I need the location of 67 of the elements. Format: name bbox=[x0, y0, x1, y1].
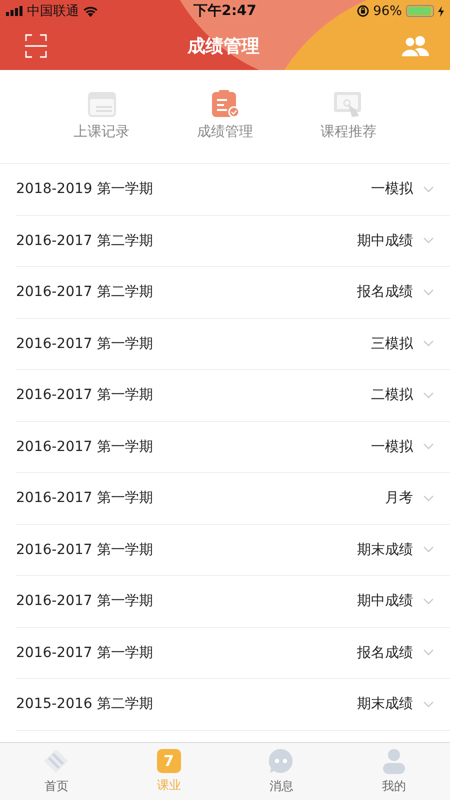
chevron-down-icon bbox=[423, 598, 434, 605]
tab-bar-item[interactable]: 首页 bbox=[0, 743, 112, 800]
wifi-icon bbox=[83, 6, 98, 16]
calendar-icon bbox=[86, 90, 117, 118]
exam-type: 月考 bbox=[385, 489, 413, 508]
calendar-icon: 7 bbox=[156, 749, 181, 773]
charging-icon bbox=[438, 6, 444, 16]
touch-screen-icon bbox=[333, 90, 364, 118]
exam-type: 期末成绩 bbox=[357, 540, 413, 559]
exam-type: 期末成绩 bbox=[357, 695, 413, 714]
term-label: 2016-2017 第一学期 bbox=[16, 644, 154, 662]
term-label: 2016-2017 第一学期 bbox=[16, 540, 154, 559]
exam-type: 报名成绩 bbox=[357, 283, 413, 302]
term-row[interactable]: 2016-2017 第一学期 期中成绩 bbox=[16, 576, 450, 628]
term-label: 2016-2017 第二学期 bbox=[16, 283, 154, 302]
page-title: 成绩管理 bbox=[188, 35, 260, 58]
rotation-lock-icon bbox=[357, 5, 370, 17]
scan-icon[interactable] bbox=[25, 34, 47, 58]
chevron-down-icon bbox=[423, 340, 434, 348]
chevron-down-icon bbox=[423, 649, 434, 656]
segment-tab[interactable]: 课程推荐 bbox=[320, 90, 376, 141]
clipboard-icon bbox=[210, 90, 240, 118]
term-row[interactable]: 2016-2017 第二学期 期中成绩 bbox=[16, 216, 450, 267]
diamond-logo-icon bbox=[43, 748, 70, 774]
chevron-down-icon bbox=[423, 700, 434, 708]
segment-tab[interactable]: 上课记录 bbox=[74, 90, 130, 141]
exam-type: 二模拟 bbox=[371, 386, 413, 404]
term-row[interactable]: 2016-2017 第二学期 报名成绩 bbox=[16, 267, 450, 318]
battery-icon bbox=[406, 5, 434, 17]
status-time: 下午2:47 bbox=[194, 2, 256, 20]
exam-type: 报名成绩 bbox=[357, 644, 413, 662]
chevron-down-icon bbox=[423, 392, 434, 399]
term-row[interactable]: 2016-2017 第一学期 月考 bbox=[16, 473, 450, 524]
chevron-down-icon bbox=[423, 288, 434, 296]
term-label: 2015-2016 第二学期 bbox=[16, 695, 154, 714]
term-label: 2016-2017 第一学期 bbox=[16, 489, 154, 508]
term-label: 2016-2017 第二学期 bbox=[16, 232, 154, 250]
chevron-down-icon bbox=[423, 494, 434, 502]
exam-type: 三模拟 bbox=[371, 334, 413, 353]
chevron-down-icon bbox=[423, 443, 434, 450]
tab-bar-item[interactable]: 消息 bbox=[225, 743, 338, 800]
term-label: 2016-2017 第一学期 bbox=[16, 386, 154, 404]
term-row[interactable]: 2016-2017 第一学期 一模拟 bbox=[16, 422, 450, 473]
term-row[interactable]: 2016-2017 第一学期 二模拟 bbox=[16, 370, 450, 422]
chat-bubble-icon bbox=[268, 748, 294, 774]
exam-type: 一模拟 bbox=[371, 180, 413, 198]
battery-percent: 96% bbox=[373, 4, 402, 18]
signal-icon bbox=[6, 6, 23, 16]
term-row[interactable]: 2016-2017 第一学期 三模拟 bbox=[16, 318, 450, 370]
term-label: 2016-2017 第一学期 bbox=[16, 334, 154, 353]
chevron-down-icon bbox=[423, 186, 434, 193]
exam-type: 一模拟 bbox=[371, 438, 413, 456]
segment-tab[interactable]: 成绩管理 bbox=[196, 90, 253, 141]
term-row[interactable]: 2016-2017 第一学期 报名成绩 bbox=[16, 628, 450, 679]
carrier-name: 中国联通 bbox=[27, 3, 79, 20]
term-row[interactable]: 2016-2017 第一学期 期末成绩 bbox=[16, 524, 450, 576]
term-row[interactable]: 2015-2016 第二学期 期末成绩 bbox=[16, 679, 450, 730]
term-label: 2016-2017 第一学期 bbox=[16, 438, 154, 456]
exam-type: 期中成绩 bbox=[357, 232, 413, 250]
chevron-down-icon bbox=[423, 546, 434, 554]
chevron-down-icon bbox=[423, 237, 434, 244]
term-row[interactable]: 2018-2019 第一学期 一模拟 bbox=[16, 164, 450, 216]
exam-type: 期中成绩 bbox=[357, 592, 413, 610]
term-label: 2016-2017 第一学期 bbox=[16, 592, 154, 610]
person-icon bbox=[382, 748, 406, 774]
term-label: 2018-2019 第一学期 bbox=[16, 180, 154, 198]
tab-bar-item[interactable]: 我的 bbox=[338, 743, 450, 800]
